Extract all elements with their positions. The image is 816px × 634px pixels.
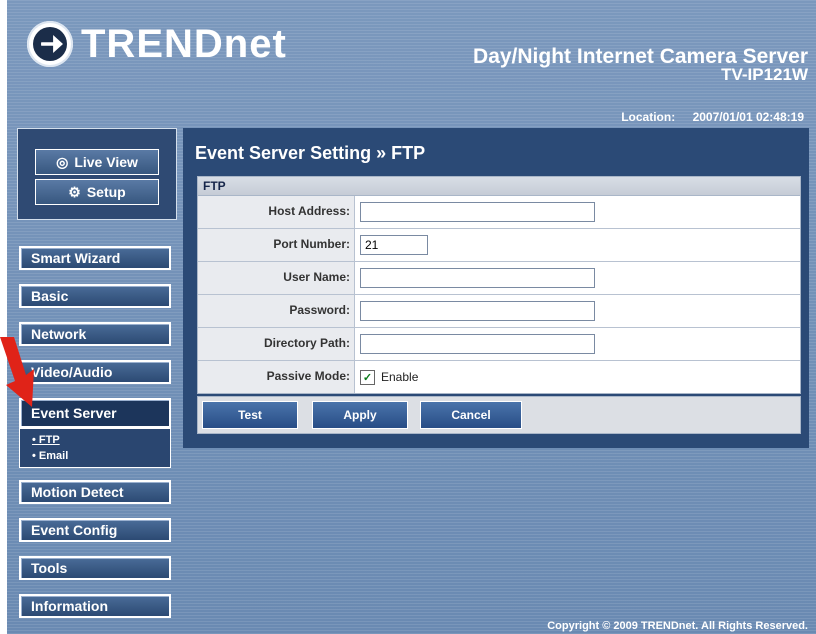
submenu-item-email[interactable]: • Email: [32, 450, 68, 462]
sidebar-item-motion-detect[interactable]: Motion Detect: [19, 480, 171, 504]
password-label: Password:: [198, 295, 355, 327]
trendnet-logo-icon: [27, 21, 73, 67]
passive-row: Passive Mode: ✓ Enable: [198, 361, 800, 393]
live-view-button[interactable]: ◎ Live View: [35, 149, 159, 175]
user-name-label: User Name:: [198, 262, 355, 294]
datetime: 2007/01/01 02:48:19: [692, 110, 804, 124]
sidebar-item-information[interactable]: Information: [19, 594, 171, 618]
apply-button[interactable]: Apply: [312, 401, 408, 429]
section-header: FTP: [198, 177, 800, 196]
sidebar-item-smart-wizard[interactable]: Smart Wizard: [19, 246, 171, 270]
red-arrow-icon: [0, 337, 34, 407]
event-server-submenu: • FTP • Email: [19, 428, 171, 468]
password-row: Password:: [198, 295, 800, 328]
user-name-input[interactable]: [360, 268, 595, 288]
action-bar: Test Apply Cancel: [197, 396, 801, 434]
setup-label: Setup: [86, 184, 126, 200]
copyright-text: Copyright © 2009 TRENDnet. All Rights Re…: [547, 620, 808, 632]
sidebar-item-video-audio[interactable]: Video/Audio: [19, 360, 171, 384]
eye-icon: ◎: [56, 153, 69, 170]
live-view-label: Live View: [74, 154, 138, 170]
page-title: Event Server Setting » FTP: [195, 143, 426, 163]
passive-mode-label: Passive Mode:: [198, 361, 355, 393]
brand-logo: TRENDnet: [27, 20, 287, 68]
user-row: User Name:: [198, 262, 800, 295]
passive-enable-label: Enable: [381, 370, 419, 384]
sidebar-item-basic[interactable]: Basic: [19, 284, 171, 308]
ftp-form: FTP Host Address: Port Number: User Name…: [197, 176, 801, 394]
port-row: Port Number:: [198, 229, 800, 262]
ftp-settings-panel: Event Server Setting » FTP FTP Host Addr…: [183, 128, 809, 448]
directory-path-label: Directory Path:: [198, 328, 355, 360]
view-mode-panel: ◎ Live View ⚙ Setup: [17, 128, 177, 220]
port-number-label: Port Number:: [198, 229, 355, 261]
passive-mode-checkbox[interactable]: ✓: [360, 369, 375, 385]
directory-path-input[interactable]: [360, 334, 595, 354]
logo-text: TRENDnet: [81, 22, 287, 66]
host-row: Host Address:: [198, 196, 800, 229]
header: TRENDnet Day/Night Internet Camera Serve…: [7, 0, 816, 100]
sidebar-item-tools[interactable]: Tools: [19, 556, 171, 580]
directory-row: Directory Path:: [198, 328, 800, 361]
sidebar-item-network[interactable]: Network: [19, 322, 171, 346]
setup-button[interactable]: ⚙ Setup: [35, 179, 159, 205]
location-label: Location:: [621, 110, 676, 124]
submenu-item-ftp[interactable]: • FTP: [32, 434, 60, 446]
password-input[interactable]: [360, 301, 595, 321]
model-number: TV-IP121W: [721, 65, 808, 84]
gear-icon: ⚙: [68, 183, 81, 200]
test-button[interactable]: Test: [202, 401, 298, 429]
sidebar-item-event-config[interactable]: Event Config: [19, 518, 171, 542]
sidebar-item-event-server[interactable]: Event Server: [19, 398, 171, 428]
page-frame: TRENDnet Day/Night Internet Camera Serve…: [7, 0, 816, 634]
host-address-input[interactable]: [360, 202, 595, 222]
port-number-input[interactable]: [360, 235, 428, 255]
cancel-button[interactable]: Cancel: [420, 401, 522, 429]
location-bar: Location: 2007/01/01 02:48:19: [621, 110, 804, 124]
host-address-label: Host Address:: [198, 196, 355, 228]
